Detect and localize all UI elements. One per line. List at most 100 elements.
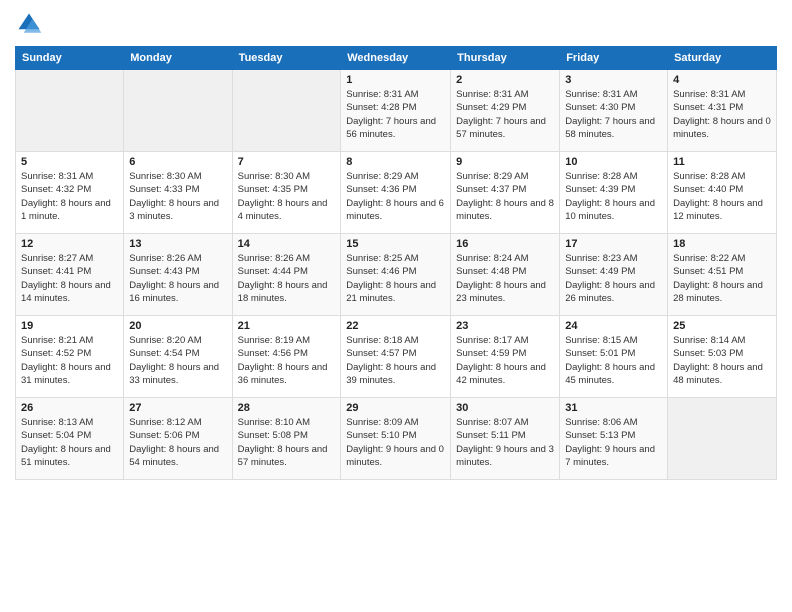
day-number: 1 [346, 74, 445, 86]
day-number: 6 [129, 156, 226, 168]
day-info: Sunrise: 8:06 AM Sunset: 5:13 PM Dayligh… [565, 416, 662, 469]
calendar-cell: 1 Sunrise: 8:31 AM Sunset: 4:28 PM Daylig… [341, 70, 451, 152]
day-number: 30 [456, 402, 554, 414]
day-info: Sunrise: 8:28 AM Sunset: 4:40 PM Dayligh… [673, 170, 771, 223]
day-info: Sunrise: 8:19 AM Sunset: 4:56 PM Dayligh… [238, 334, 336, 387]
day-number: 2 [456, 74, 554, 86]
day-info: Sunrise: 8:22 AM Sunset: 4:51 PM Dayligh… [673, 252, 771, 305]
calendar-cell: 12 Sunrise: 8:27 AM Sunset: 4:41 PM Dayli… [16, 234, 124, 316]
calendar-week-row: 26 Sunrise: 8:13 AM Sunset: 5:04 PM Dayli… [16, 398, 777, 480]
calendar-cell: 15 Sunrise: 8:25 AM Sunset: 4:46 PM Dayli… [341, 234, 451, 316]
calendar-cell: 24 Sunrise: 8:15 AM Sunset: 5:01 PM Dayli… [560, 316, 668, 398]
calendar-table: SundayMondayTuesdayWednesdayThursdayFrid… [15, 46, 777, 480]
calendar-cell: 6 Sunrise: 8:30 AM Sunset: 4:33 PM Daylig… [124, 152, 232, 234]
day-number: 20 [129, 320, 226, 332]
calendar-cell [232, 70, 341, 152]
logo-icon [15, 10, 43, 38]
day-number: 10 [565, 156, 662, 168]
calendar-week-row: 5Sunrise: 8:31 AM Sunset: 4:32 PM Daylig… [16, 152, 777, 234]
day-number: 21 [238, 320, 336, 332]
day-info: Sunrise: 8:18 AM Sunset: 4:57 PM Dayligh… [346, 334, 445, 387]
calendar-cell: 18 Sunrise: 8:22 AM Sunset: 4:51 PM Dayli… [668, 234, 777, 316]
calendar-cell [16, 70, 124, 152]
day-info: Sunrise: 8:26 AM Sunset: 4:43 PM Dayligh… [129, 252, 226, 305]
calendar-week-row: 1 Sunrise: 8:31 AM Sunset: 4:28 PM Daylig… [16, 70, 777, 152]
day-info: Sunrise: 8:29 AM Sunset: 4:36 PM Dayligh… [346, 170, 445, 223]
day-info: Sunrise: 8:31 AM Sunset: 4:30 PM Dayligh… [565, 88, 662, 141]
day-of-week-header: Saturday [668, 47, 777, 70]
calendar-cell: 21 Sunrise: 8:19 AM Sunset: 4:56 PM Dayli… [232, 316, 341, 398]
header [15, 10, 777, 38]
calendar-cell: 14 Sunrise: 8:26 AM Sunset: 4:44 PM Dayli… [232, 234, 341, 316]
day-of-week-header: Monday [124, 47, 232, 70]
day-info: Sunrise: 8:28 AM Sunset: 4:39 PM Dayligh… [565, 170, 662, 223]
day-number: 19 [21, 320, 118, 332]
calendar-cell: 31 Sunrise: 8:06 AM Sunset: 5:13 PM Dayli… [560, 398, 668, 480]
day-number: 5 [21, 156, 118, 168]
day-number: 14 [238, 238, 336, 250]
calendar-cell: 16Sunrise: 8:24 AM Sunset: 4:48 PM Dayli… [451, 234, 560, 316]
day-info: Sunrise: 8:31 AM Sunset: 4:28 PM Dayligh… [346, 88, 445, 141]
day-info: Sunrise: 8:17 AM Sunset: 4:59 PM Dayligh… [456, 334, 554, 387]
day-number: 12 [21, 238, 118, 250]
day-number: 31 [565, 402, 662, 414]
day-info: Sunrise: 8:15 AM Sunset: 5:01 PM Dayligh… [565, 334, 662, 387]
calendar-cell: 8Sunrise: 8:29 AM Sunset: 4:36 PM Daylig… [341, 152, 451, 234]
calendar-cell [668, 398, 777, 480]
calendar-cell: 28 Sunrise: 8:10 AM Sunset: 5:08 PM Dayli… [232, 398, 341, 480]
day-number: 4 [673, 74, 771, 86]
calendar-cell: 25Sunrise: 8:14 AM Sunset: 5:03 PM Dayli… [668, 316, 777, 398]
day-number: 13 [129, 238, 226, 250]
day-info: Sunrise: 8:30 AM Sunset: 4:33 PM Dayligh… [129, 170, 226, 223]
calendar-cell: 2 Sunrise: 8:31 AM Sunset: 4:29 PM Daylig… [451, 70, 560, 152]
day-info: Sunrise: 8:24 AM Sunset: 4:48 PM Dayligh… [456, 252, 554, 305]
day-info: Sunrise: 8:27 AM Sunset: 4:41 PM Dayligh… [21, 252, 118, 305]
calendar-week-row: 12 Sunrise: 8:27 AM Sunset: 4:41 PM Dayli… [16, 234, 777, 316]
calendar-cell: 22 Sunrise: 8:18 AM Sunset: 4:57 PM Dayli… [341, 316, 451, 398]
day-info: Sunrise: 8:10 AM Sunset: 5:08 PM Dayligh… [238, 416, 336, 469]
day-number: 17 [565, 238, 662, 250]
calendar-cell: 3 Sunrise: 8:31 AM Sunset: 4:30 PM Daylig… [560, 70, 668, 152]
day-info: Sunrise: 8:20 AM Sunset: 4:54 PM Dayligh… [129, 334, 226, 387]
calendar-cell: 7 Sunrise: 8:30 AM Sunset: 4:35 PM Daylig… [232, 152, 341, 234]
day-number: 28 [238, 402, 336, 414]
day-number: 15 [346, 238, 445, 250]
day-info: Sunrise: 8:07 AM Sunset: 5:11 PM Dayligh… [456, 416, 554, 469]
logo [15, 10, 47, 38]
day-number: 7 [238, 156, 336, 168]
day-of-week-header: Friday [560, 47, 668, 70]
day-number: 24 [565, 320, 662, 332]
day-info: Sunrise: 8:25 AM Sunset: 4:46 PM Dayligh… [346, 252, 445, 305]
day-number: 22 [346, 320, 445, 332]
calendar-cell: 30 Sunrise: 8:07 AM Sunset: 5:11 PM Dayli… [451, 398, 560, 480]
calendar-cell: 9Sunrise: 8:29 AM Sunset: 4:37 PM Daylig… [451, 152, 560, 234]
calendar-cell: 23Sunrise: 8:17 AM Sunset: 4:59 PM Dayli… [451, 316, 560, 398]
calendar-cell: 17 Sunrise: 8:23 AM Sunset: 4:49 PM Dayli… [560, 234, 668, 316]
day-info: Sunrise: 8:21 AM Sunset: 4:52 PM Dayligh… [21, 334, 118, 387]
day-of-week-header: Wednesday [341, 47, 451, 70]
calendar-cell: 4Sunrise: 8:31 AM Sunset: 4:31 PM Daylig… [668, 70, 777, 152]
day-number: 3 [565, 74, 662, 86]
calendar-cell: 29Sunrise: 8:09 AM Sunset: 5:10 PM Dayli… [341, 398, 451, 480]
day-info: Sunrise: 8:31 AM Sunset: 4:29 PM Dayligh… [456, 88, 554, 141]
calendar-cell: 19 Sunrise: 8:21 AM Sunset: 4:52 PM Dayli… [16, 316, 124, 398]
calendar-cell: 27 Sunrise: 8:12 AM Sunset: 5:06 PM Dayli… [124, 398, 232, 480]
calendar-cell: 20 Sunrise: 8:20 AM Sunset: 4:54 PM Dayli… [124, 316, 232, 398]
day-number: 25 [673, 320, 771, 332]
calendar-cell: 5Sunrise: 8:31 AM Sunset: 4:32 PM Daylig… [16, 152, 124, 234]
day-info: Sunrise: 8:26 AM Sunset: 4:44 PM Dayligh… [238, 252, 336, 305]
day-info: Sunrise: 8:13 AM Sunset: 5:04 PM Dayligh… [21, 416, 118, 469]
day-info: Sunrise: 8:12 AM Sunset: 5:06 PM Dayligh… [129, 416, 226, 469]
calendar-cell: 13 Sunrise: 8:26 AM Sunset: 4:43 PM Dayli… [124, 234, 232, 316]
day-info: Sunrise: 8:23 AM Sunset: 4:49 PM Dayligh… [565, 252, 662, 305]
day-number: 27 [129, 402, 226, 414]
calendar-cell [124, 70, 232, 152]
page: SundayMondayTuesdayWednesdayThursdayFrid… [0, 0, 792, 612]
day-number: 26 [21, 402, 118, 414]
calendar-cell: 10 Sunrise: 8:28 AM Sunset: 4:39 PM Dayli… [560, 152, 668, 234]
day-of-week-header: Tuesday [232, 47, 341, 70]
day-number: 9 [456, 156, 554, 168]
day-number: 29 [346, 402, 445, 414]
day-info: Sunrise: 8:30 AM Sunset: 4:35 PM Dayligh… [238, 170, 336, 223]
day-number: 18 [673, 238, 771, 250]
